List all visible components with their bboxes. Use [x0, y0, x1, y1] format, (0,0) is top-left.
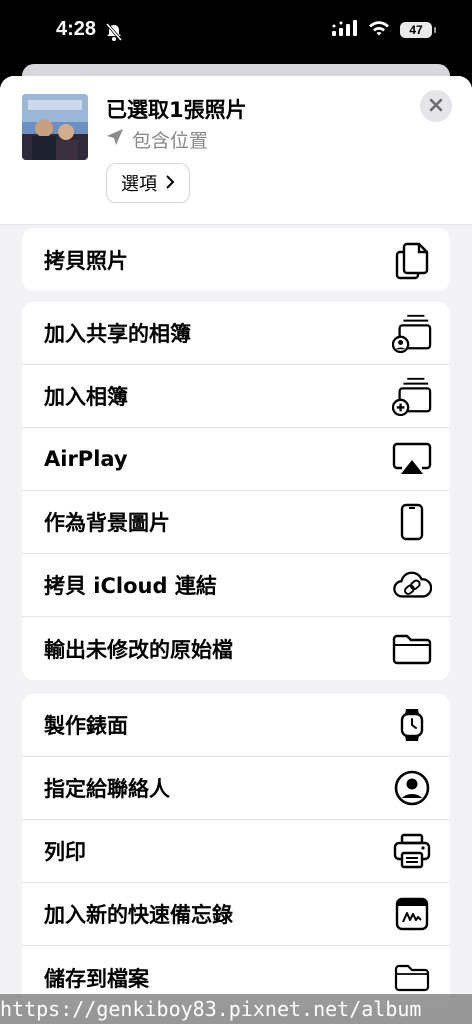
airplay-icon	[392, 439, 432, 479]
share-sheet: 已選取1張照片 包含位置 選項 拷貝照片 加入共享的相簿 加入相簿 AirPla…	[0, 76, 472, 1024]
phone-icon	[392, 502, 432, 542]
location-label: 包含位置	[132, 130, 209, 152]
action-create-watch-face[interactable]: 製作錶面	[22, 694, 450, 757]
action-group-1: 拷貝照片	[22, 228, 450, 291]
copy-icon	[392, 240, 432, 280]
share-header: 已選取1張照片 包含位置 選項	[0, 76, 472, 225]
silent-bell-icon	[104, 22, 124, 46]
status-time: 4:28	[56, 18, 97, 40]
add-album-icon	[392, 376, 432, 416]
action-label: AirPlay	[44, 447, 128, 471]
action-label: 加入共享的相簿	[44, 322, 191, 346]
action-add-shared-album[interactable]: 加入共享的相簿	[22, 302, 450, 365]
status-bar: 4:28 47	[0, 0, 472, 64]
shared-album-icon	[392, 313, 432, 353]
action-label: 製作錶面	[44, 714, 128, 738]
action-add-album[interactable]: 加入相簿	[22, 365, 450, 428]
wifi-icon	[368, 20, 390, 40]
action-label: 拷貝 iCloud 連結	[44, 574, 217, 598]
action-label: 加入新的快速備忘錄	[44, 903, 233, 927]
contact-icon	[392, 768, 432, 808]
close-icon	[429, 97, 443, 116]
location-subtitle: 包含位置	[106, 126, 208, 153]
photo-thumbnail	[22, 94, 88, 160]
quick-note-icon	[392, 894, 432, 934]
action-label: 指定給聯絡人	[44, 777, 170, 801]
action-export-original[interactable]: 輸出未修改的原始檔	[22, 617, 450, 680]
action-label: 儲存到檔案	[44, 966, 149, 991]
action-set-wallpaper[interactable]: 作為背景圖片	[22, 491, 450, 554]
close-button[interactable]	[420, 90, 452, 122]
action-label: 拷貝照片	[44, 248, 128, 273]
printer-icon	[392, 831, 432, 871]
icloud-link-icon	[392, 565, 432, 605]
watermark-url: https://genkiboy83.pixnet.net/album	[0, 994, 472, 1024]
action-assign-contact[interactable]: 指定給聯絡人	[22, 757, 450, 820]
options-label: 選項	[121, 174, 157, 195]
action-label: 列印	[44, 840, 86, 864]
action-copy-photo[interactable]: 拷貝照片	[22, 228, 450, 291]
action-add-quick-note[interactable]: 加入新的快速備忘錄	[22, 883, 450, 946]
files-folder-icon	[392, 958, 432, 998]
action-label: 輸出未修改的原始檔	[44, 637, 233, 662]
action-label: 加入相簿	[44, 385, 128, 409]
folder-icon	[392, 629, 432, 669]
selection-title: 已選取1張照片	[106, 98, 247, 122]
watch-icon	[392, 705, 432, 745]
action-group-3: 製作錶面 指定給聯絡人 列印 加入新的快速備忘錄 儲存到檔案	[22, 694, 450, 1009]
action-airplay[interactable]: AirPlay	[22, 428, 450, 491]
options-button[interactable]: 選項	[106, 163, 190, 203]
action-print[interactable]: 列印	[22, 820, 450, 883]
cellular-signal-icon	[332, 20, 358, 40]
action-label: 作為背景圖片	[44, 511, 170, 535]
battery-indicator: 47	[400, 22, 436, 38]
action-group-2: 加入共享的相簿 加入相簿 AirPlay 作為背景圖片 拷貝 iCloud 連結	[22, 302, 450, 680]
chevron-right-icon	[165, 173, 175, 194]
location-arrow-icon	[106, 128, 124, 151]
action-copy-icloud-link[interactable]: 拷貝 iCloud 連結	[22, 554, 450, 617]
